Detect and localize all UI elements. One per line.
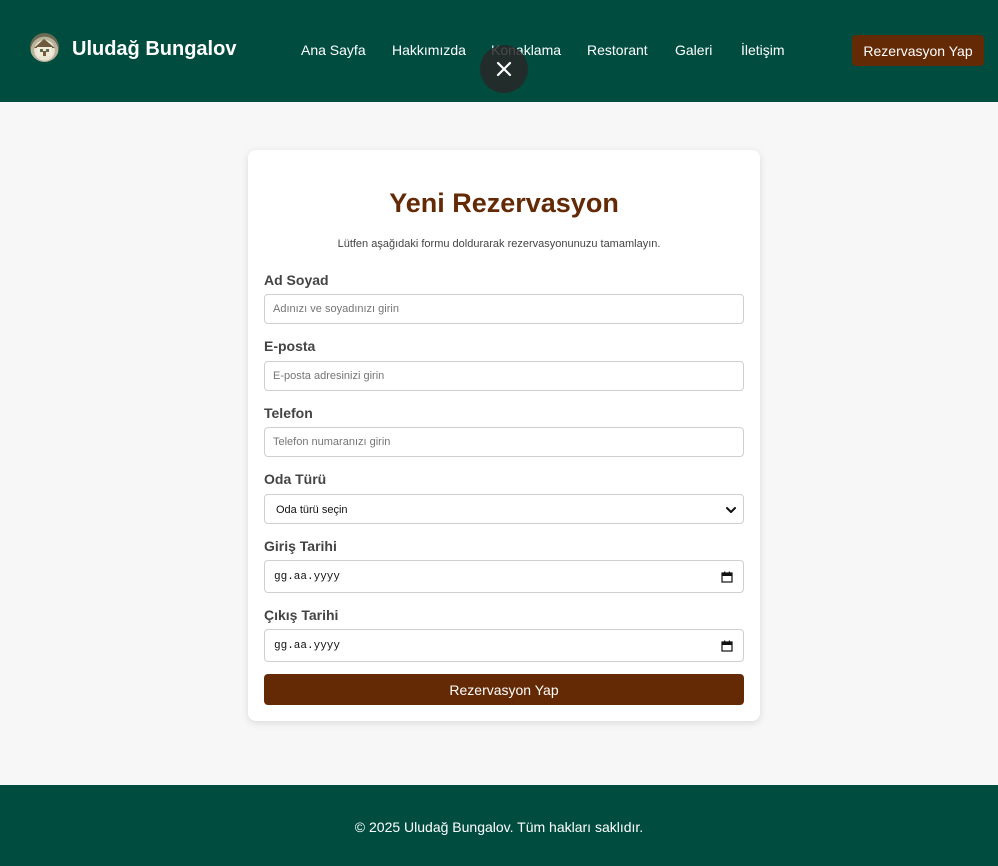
submit-reservation-button[interactable]: Rezervasyon Yap	[264, 674, 744, 705]
calendar-icon[interactable]	[721, 571, 733, 583]
phone-input[interactable]	[264, 427, 744, 457]
form-subtitle: Lütfen aşağıdaki formu doldurarak rezerv…	[337, 238, 661, 250]
calendar-icon[interactable]	[721, 640, 733, 652]
copyright-text: © 2025 Uludağ Bungalov. Tüm hakları sakl…	[354, 819, 644, 835]
nav-gallery[interactable]: Galeri	[675, 42, 712, 58]
name-label: Ad Soyad	[264, 272, 329, 288]
phone-label: Telefon	[264, 405, 313, 421]
room-type-selected: Oda türü seçin	[276, 504, 348, 516]
page-title: Yeni Rezervasyon	[389, 188, 619, 218]
checkin-label: Giriş Tarihi	[264, 538, 337, 554]
nav-about[interactable]: Hakkımızda	[392, 42, 466, 58]
checkin-date-input[interactable]: gg.aa.yyyy	[264, 560, 744, 593]
close-icon	[496, 61, 512, 77]
room-type-label: Oda Türü	[264, 471, 327, 487]
site-footer: © 2025 Uludağ Bungalov. Tüm hakları sakl…	[0, 785, 998, 866]
checkin-date-value: gg.aa.yyyy	[274, 571, 341, 583]
checkout-date-input[interactable]: gg.aa.yyyy	[264, 629, 744, 662]
header-reservation-button[interactable]: Rezervasyon Yap	[852, 35, 984, 66]
checkout-date-value: gg.aa.yyyy	[274, 640, 341, 652]
nav-home[interactable]: Ana Sayfa	[301, 42, 366, 58]
close-button[interactable]	[480, 45, 528, 93]
email-input[interactable]	[264, 361, 744, 391]
email-label: E-posta	[264, 338, 316, 354]
room-type-select[interactable]: Oda türü seçin	[264, 494, 744, 524]
name-input[interactable]	[264, 294, 744, 324]
house-logo-icon[interactable]	[30, 33, 59, 62]
brand-name[interactable]: Uludağ Bungalov	[72, 38, 236, 61]
chevron-down-icon	[726, 507, 736, 513]
checkout-label: Çıkış Tarihi	[264, 607, 339, 623]
nav-contact[interactable]: İletişim	[741, 42, 785, 58]
nav-restaurant[interactable]: Restorant	[587, 42, 648, 58]
